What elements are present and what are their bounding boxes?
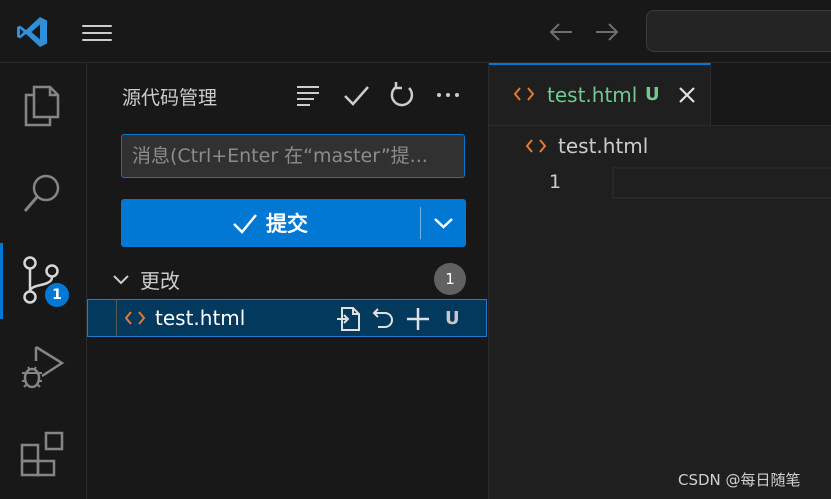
- watermark: CSDN @每日随笔: [678, 471, 801, 489]
- activity-search[interactable]: [0, 151, 86, 235]
- vscode-logo-icon[interactable]: [14, 14, 50, 50]
- check-icon: [233, 214, 257, 234]
- file-status-badge: U: [445, 308, 460, 329]
- commit-label: 提交: [266, 212, 308, 236]
- changes-count-badge: 1: [434, 263, 466, 295]
- current-line-highlight[interactable]: [612, 167, 831, 199]
- run-debug-icon: [22, 345, 65, 389]
- editor-area: test.html U test.html 1: [489, 63, 831, 499]
- extensions-icon: [20, 431, 64, 477]
- source-control-badge: 1: [43, 281, 71, 309]
- changes-label: 更改: [140, 269, 180, 293]
- html-file-icon: [124, 311, 146, 325]
- tab-file-name: test.html: [547, 83, 638, 107]
- more-icon[interactable]: [434, 81, 462, 109]
- changes-group-header[interactable]: 更改 1: [107, 263, 477, 295]
- arrow-right-icon[interactable]: [592, 18, 622, 46]
- title-bar: [0, 0, 831, 63]
- source-control-panel: 源代码管理 消息(Ctrl+Enter 在“master”提... 提交 更改 …: [87, 63, 489, 499]
- chevron-down-icon[interactable]: [421, 199, 466, 247]
- hamburger-menu-icon[interactable]: [80, 20, 114, 44]
- open-file-icon[interactable]: [334, 305, 362, 333]
- panel-title: 源代码管理: [122, 87, 218, 109]
- stage-changes-icon[interactable]: [404, 305, 432, 333]
- commit-button[interactable]: 提交: [121, 199, 419, 247]
- activity-bar: [0, 63, 87, 499]
- html-file-icon: [513, 87, 535, 101]
- commit-check-icon[interactable]: [342, 81, 370, 109]
- html-file-icon: [525, 139, 547, 153]
- editor-tab[interactable]: test.html U: [489, 63, 711, 125]
- tab-status-badge: U: [645, 84, 660, 105]
- tree-indent-guide: [116, 300, 117, 336]
- commit-button-group: 提交: [121, 199, 466, 247]
- editor-tab-bar: test.html U: [489, 63, 831, 126]
- refresh-icon[interactable]: [388, 81, 416, 109]
- changed-file-name: test.html: [155, 306, 246, 330]
- files-icon: [24, 85, 60, 127]
- discard-changes-icon[interactable]: [370, 305, 398, 333]
- activity-extensions[interactable]: [0, 411, 86, 495]
- line-number: 1: [549, 171, 562, 193]
- activity-explorer[interactable]: [0, 63, 86, 147]
- breadcrumb-file-name: test.html: [558, 134, 649, 158]
- close-icon[interactable]: [675, 83, 699, 107]
- command-center-search[interactable]: [646, 10, 831, 52]
- view-as-tree-icon[interactable]: [294, 81, 322, 109]
- changed-file-row[interactable]: test.html U: [87, 299, 487, 337]
- activity-run-debug[interactable]: [0, 323, 86, 407]
- search-icon: [23, 174, 60, 212]
- chevron-down-icon: [113, 275, 129, 285]
- commit-message-input[interactable]: 消息(Ctrl+Enter 在“master”提...: [121, 134, 465, 178]
- activity-source-control[interactable]: [0, 235, 86, 319]
- arrow-left-icon[interactable]: [546, 18, 576, 46]
